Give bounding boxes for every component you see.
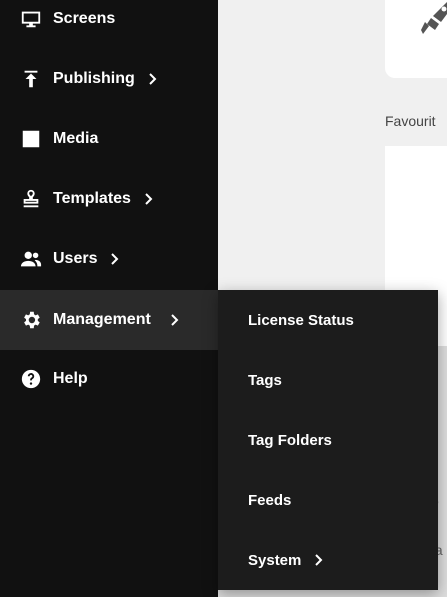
submenu-item-tags[interactable]: Tags [218,350,438,410]
sidebar-item-management[interactable]: Management [0,290,218,350]
upload-icon [20,68,42,90]
sidebar-item-templates[interactable]: Templates [0,169,218,229]
submenu-item-label: Tags [248,371,282,389]
sidebar-item-label: Screens [53,10,116,27]
chevron-right-icon [143,193,153,205]
submenu-item-feeds[interactable]: Feeds [218,470,438,530]
gear-icon [20,309,42,331]
monitor-icon [20,8,42,30]
rocket-icon [421,2,447,34]
submenu-item-tag-folders[interactable]: Tag Folders [218,410,438,470]
chevron-right-icon [147,73,157,85]
stamp-icon [20,188,42,210]
chevron-right-icon [313,554,323,566]
sidebar-item-label: Users [53,250,98,267]
users-icon [20,248,42,270]
sidebar-item-label: Templates [53,190,131,207]
sidebar-item-help[interactable]: Help [0,349,218,409]
sidebar-item-label: Help [53,370,88,387]
management-submenu: License Status Tags Tag Folders Feeds Sy… [218,290,438,590]
submenu-item-license-status[interactable]: License Status [218,290,438,350]
sidebar-item-media[interactable]: Media [0,109,218,169]
sidebar-item-label: Publishing [53,70,135,87]
help-icon [20,368,42,390]
submenu-item-label: License Status [248,311,354,329]
quick-action-card[interactable] [385,0,447,78]
chevron-right-icon [109,253,119,265]
submenu-item-label: System [248,551,302,569]
chevron-right-icon [169,314,179,326]
sidebar-item-label: Media [53,130,99,147]
sidebar-item-publishing[interactable]: Publishing [0,49,218,109]
submenu-item-label: Feeds [248,491,292,509]
sidebar-item-users[interactable]: Users [0,229,218,289]
sidebar-item-label: Management [53,311,151,328]
favourites-heading: Favourit [385,113,436,129]
submenu-item-system[interactable]: System [218,530,438,590]
sidebar: Screens Publishing Media Templates Users [0,0,218,597]
sidebar-item-screens[interactable]: Screens [0,0,218,49]
submenu-item-label: Tag Folders [248,431,332,449]
image-icon [20,128,42,150]
